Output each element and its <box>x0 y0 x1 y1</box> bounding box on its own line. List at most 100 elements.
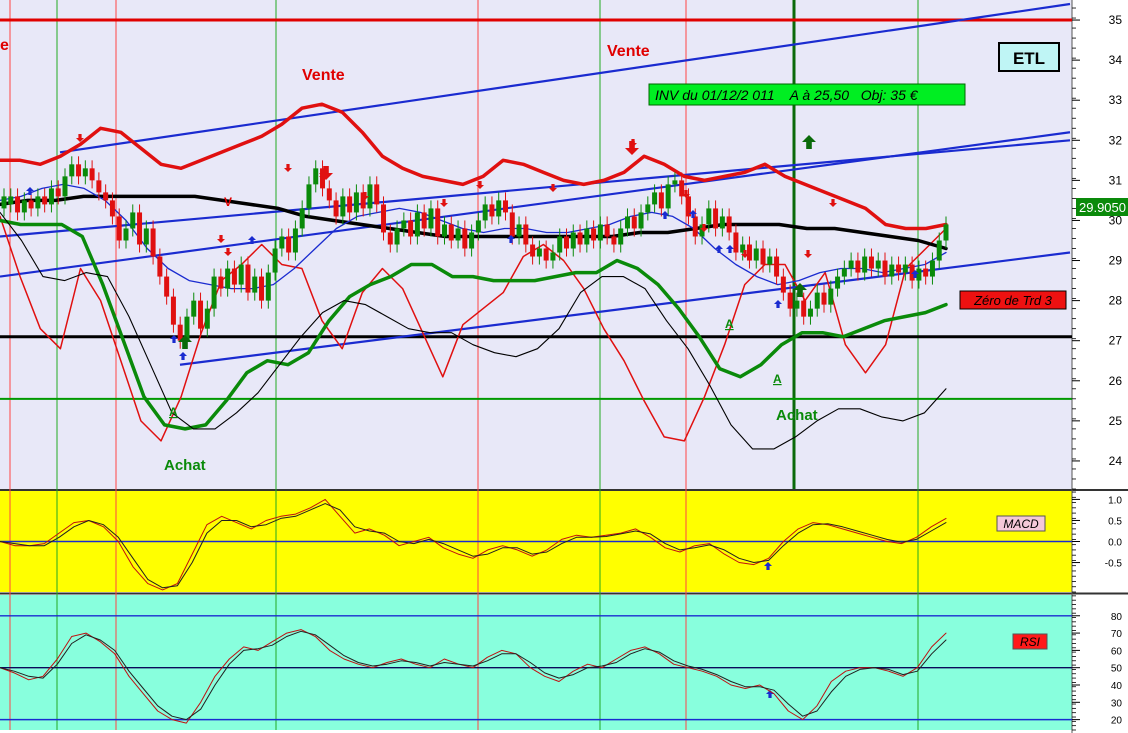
candle-body <box>692 216 698 237</box>
candle-body <box>523 224 529 245</box>
price-tick-label: 32 <box>1109 133 1123 147</box>
candle-body <box>170 296 176 325</box>
candle-body <box>801 300 807 317</box>
candle-body <box>591 228 597 241</box>
buy-marker-a-2: A <box>725 317 734 331</box>
candle-body <box>624 216 630 229</box>
candle-body <box>116 216 122 241</box>
candle-body <box>1 196 7 209</box>
candle-body <box>89 168 95 181</box>
candle-body <box>252 276 258 293</box>
candle-body <box>814 292 820 309</box>
candle-body <box>374 184 380 205</box>
vente-label-1: Vente <box>302 67 345 84</box>
candle-body <box>347 196 353 213</box>
candle-body <box>48 188 54 205</box>
buy-marker-a-3: A <box>773 372 782 386</box>
candle-body <box>889 264 895 277</box>
macd-tick-label: 0.0 <box>1108 538 1122 549</box>
price-axis-bg <box>1072 0 1128 733</box>
candle-body <box>333 200 339 217</box>
rsi-label-box: RSI <box>1012 633 1048 650</box>
candle-body <box>28 200 34 209</box>
candle-body <box>218 276 224 289</box>
candle-body <box>82 168 88 177</box>
candle-body <box>381 204 387 233</box>
candle-body <box>631 216 637 229</box>
candle-body <box>882 260 888 277</box>
candle-body <box>292 228 298 253</box>
candle-body <box>936 240 942 261</box>
candle-body <box>143 228 149 245</box>
candle-body <box>62 176 68 197</box>
chart-text-edge-e: e <box>0 37 9 54</box>
achat-label-2: Achat <box>776 407 818 424</box>
candle-body <box>753 248 759 261</box>
candle-body <box>597 224 603 241</box>
trd-zero-box: Zéro de Trd 3 <box>959 290 1067 310</box>
candle-body <box>482 204 488 221</box>
candle-body <box>679 180 685 197</box>
candle-body <box>787 292 793 309</box>
candle-body <box>923 268 929 277</box>
candle-body <box>421 212 427 229</box>
candle-body <box>231 268 237 285</box>
price-tick-label: 35 <box>1109 13 1123 27</box>
candle-body <box>563 236 569 249</box>
candle-body <box>496 200 502 217</box>
candle-body <box>387 232 393 245</box>
price-tick-label: 28 <box>1109 294 1123 308</box>
sell-marker-v: V <box>224 195 232 209</box>
candle-body <box>536 248 542 257</box>
candle-body <box>896 264 902 273</box>
candle-body <box>719 216 725 229</box>
candle-body <box>435 208 441 237</box>
candle-body <box>611 236 617 245</box>
candle-body <box>455 228 461 241</box>
candle-body <box>150 228 156 257</box>
rsi-tick-label: 40 <box>1111 681 1123 692</box>
candle-body <box>42 196 48 205</box>
candle-body <box>943 224 949 241</box>
candle-body <box>109 200 115 217</box>
candle-body <box>137 212 143 245</box>
rsi-tick-label: 30 <box>1111 698 1123 709</box>
buy-marker-a-1: A <box>169 405 178 419</box>
symbol-label: ETL <box>1013 49 1045 68</box>
rsi-tick-label: 60 <box>1111 646 1123 657</box>
candle-body <box>326 188 332 201</box>
macd-tick-label: -0.5 <box>1105 559 1123 570</box>
candle-body <box>69 164 75 177</box>
candle-body <box>286 236 292 253</box>
candle-body <box>767 256 773 265</box>
candle-body <box>306 184 312 209</box>
investment-annotation-text: INV du 01/12/2 011 A à 25,50 Obj: 35 € <box>655 87 919 103</box>
candle-body <box>604 224 610 237</box>
candle-body <box>204 308 210 329</box>
candle-body <box>760 248 766 265</box>
candle-body <box>848 260 854 269</box>
macd-tick-label: 1.0 <box>1108 495 1122 506</box>
candle-body <box>130 212 136 229</box>
candle-body <box>841 268 847 277</box>
candle-body <box>428 208 434 229</box>
candle-body <box>76 164 82 177</box>
candle-body <box>794 300 800 309</box>
candle-body <box>191 300 197 317</box>
candle-body <box>862 256 868 273</box>
stock-chart: 242526272829303132333435-0.50.00.51.0203… <box>0 0 1128 733</box>
rsi-tick-label: 20 <box>1111 716 1123 727</box>
symbol-box: ETL <box>998 42 1060 72</box>
candle-body <box>469 232 475 249</box>
candle-body <box>340 196 346 217</box>
candle-body <box>672 180 678 185</box>
candle-body <box>21 200 27 213</box>
price-tick-label: 24 <box>1109 454 1123 468</box>
candle-body <box>645 204 651 213</box>
investment-annotation: INV du 01/12/2 011 A à 25,50 Obj: 35 € <box>648 83 966 106</box>
candle-body <box>821 292 827 305</box>
candle-body <box>502 200 508 213</box>
candle-body <box>35 196 41 209</box>
candle-body <box>929 260 935 277</box>
candle-body <box>584 228 590 245</box>
